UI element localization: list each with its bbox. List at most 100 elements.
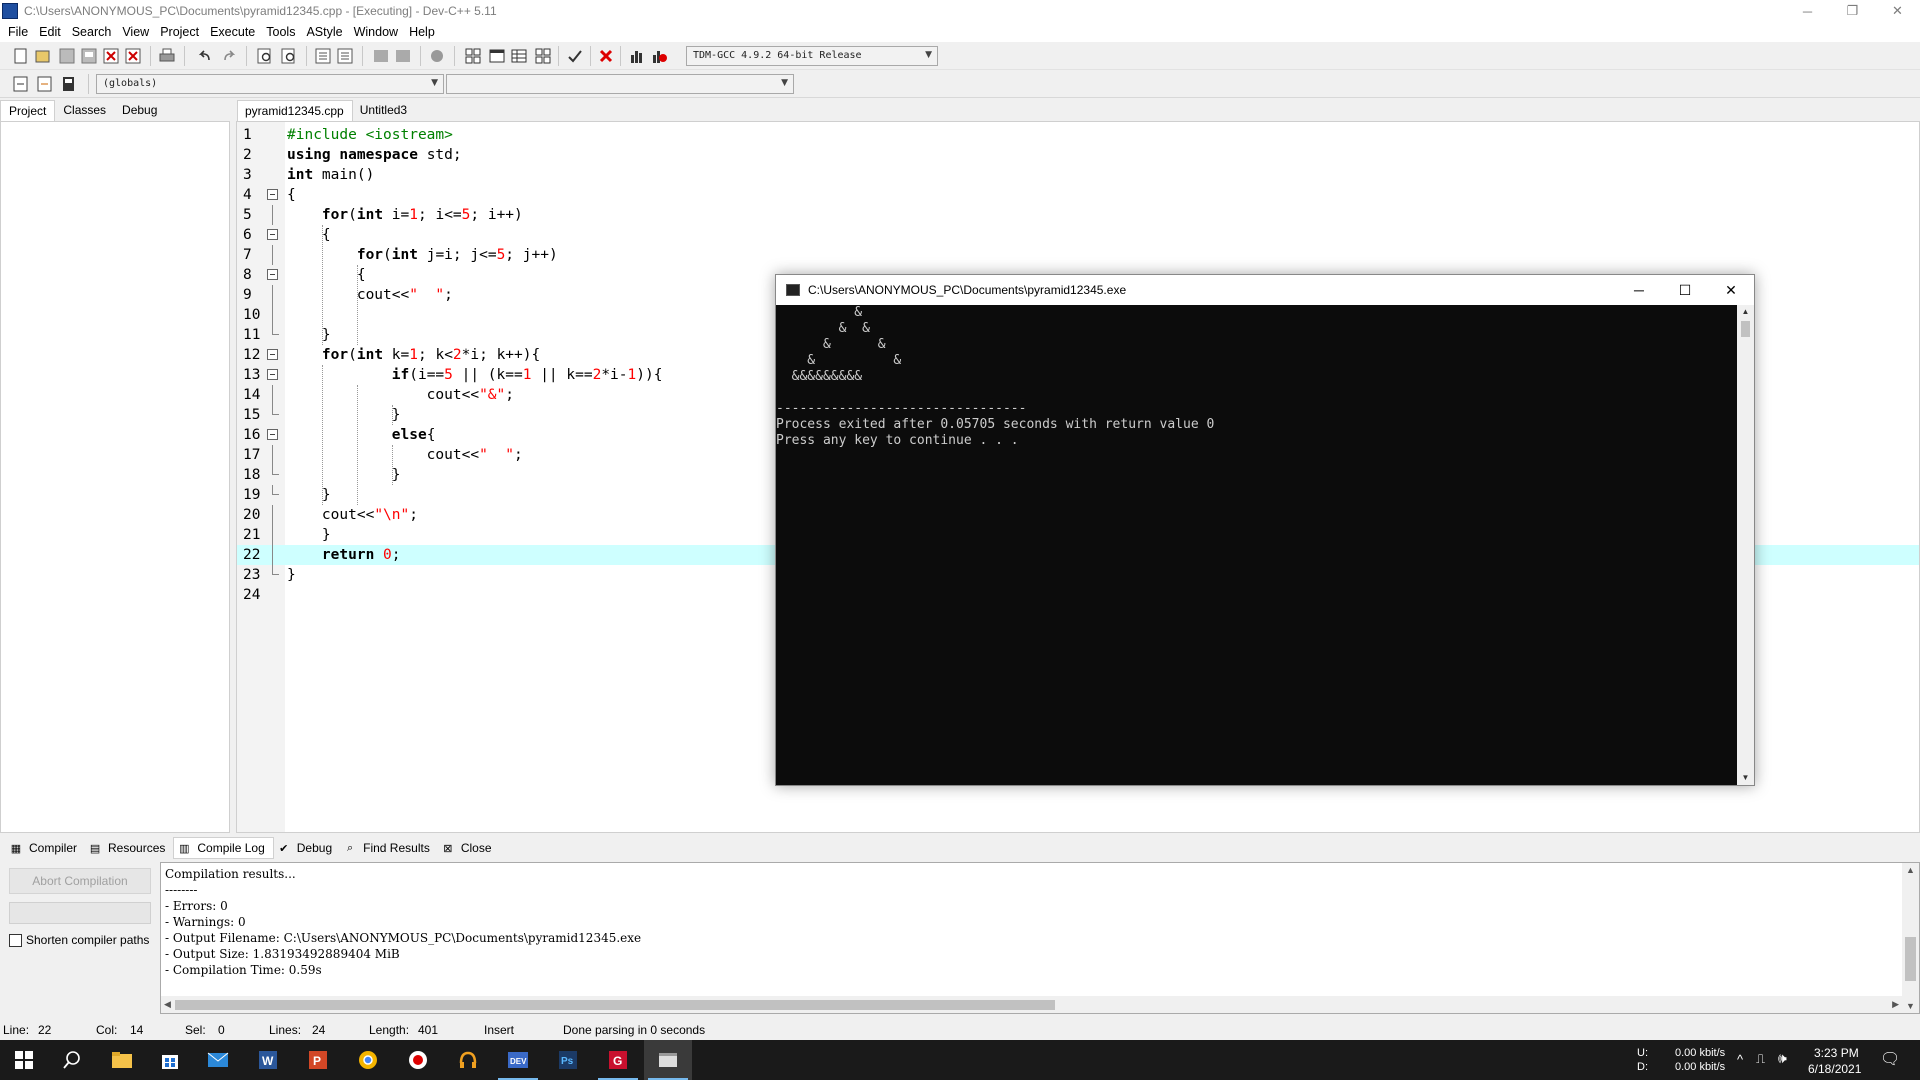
search-icon[interactable] bbox=[48, 1040, 96, 1080]
menu-edit[interactable]: Edit bbox=[35, 25, 68, 39]
network-icon[interactable]: ⎍ bbox=[1756, 1051, 1765, 1067]
grid-view-icon[interactable] bbox=[534, 47, 552, 65]
class-browser-icon[interactable] bbox=[510, 47, 528, 65]
menu-view[interactable]: View bbox=[118, 25, 156, 39]
toggle-bookmark-icon[interactable] bbox=[336, 47, 354, 65]
tab-compiler[interactable]: ▦ Compiler bbox=[6, 837, 85, 859]
restore-button[interactable]: ❐ bbox=[1830, 0, 1875, 22]
grammar-app-icon[interactable]: G bbox=[594, 1040, 642, 1080]
devcpp-taskbar-icon[interactable]: DEV bbox=[494, 1040, 542, 1080]
compile-log-panel[interactable]: Compilation results... -------- - Errors: … bbox=[160, 862, 1920, 1014]
fold-toggle-icon[interactable] bbox=[267, 365, 279, 385]
delete-profile-icon[interactable] bbox=[650, 47, 668, 65]
undo-icon[interactable] bbox=[196, 47, 214, 65]
tab-resources[interactable]: ▤ Resources bbox=[85, 837, 173, 859]
shorten-paths-checkbox[interactable] bbox=[9, 933, 22, 947]
code-line[interactable]: 7 for(int j=i; j<=5; j++) bbox=[237, 245, 1919, 265]
code-line[interactable]: 2 using namespace std; bbox=[237, 145, 1919, 165]
open-file-icon[interactable] bbox=[34, 47, 52, 65]
tab-debug[interactable]: Debug bbox=[114, 100, 165, 122]
scroll-up-icon[interactable]: ▲ bbox=[1737, 305, 1754, 319]
tab-pyramid-cpp[interactable]: pyramid12345.cpp bbox=[237, 100, 353, 122]
fold-toggle-icon[interactable] bbox=[267, 265, 279, 285]
stop-execution-icon[interactable] bbox=[597, 47, 615, 65]
scroll-left-icon[interactable]: ◀ bbox=[164, 999, 171, 1010]
fold-toggle-icon[interactable] bbox=[267, 225, 279, 245]
project-browser[interactable] bbox=[0, 121, 230, 833]
fold-toggle-icon[interactable] bbox=[267, 345, 279, 365]
tab-debug-bottom[interactable]: ✔ Debug bbox=[274, 837, 340, 859]
tab-compile-log[interactable]: ▥ Compile Log bbox=[173, 837, 274, 859]
screen-recorder-icon[interactable] bbox=[394, 1040, 442, 1080]
goto-line-icon[interactable] bbox=[314, 47, 332, 65]
start-button[interactable] bbox=[0, 1040, 48, 1080]
code-line[interactable]: 6 { bbox=[237, 225, 1919, 245]
save-all-icon[interactable] bbox=[80, 47, 98, 65]
store-icon[interactable] bbox=[146, 1040, 194, 1080]
fold-toggle-icon[interactable] bbox=[267, 425, 279, 445]
check-syntax-icon[interactable] bbox=[566, 47, 584, 65]
menu-search[interactable]: Search bbox=[68, 25, 119, 39]
mail-icon[interactable] bbox=[194, 1040, 242, 1080]
scroll-down-icon[interactable]: ▼ bbox=[1737, 771, 1754, 785]
console-minimize-button[interactable]: ─ bbox=[1616, 275, 1662, 305]
tray-time[interactable]: 3:23 PM bbox=[1814, 1046, 1859, 1060]
profile-icon[interactable] bbox=[628, 47, 646, 65]
tray-chevron-up-icon[interactable]: ^ bbox=[1737, 1052, 1743, 1067]
compiler-select[interactable]: TDM-GCC 4.9.2 64-bit Release ▼ bbox=[686, 46, 938, 66]
tab-close[interactable]: ⊠ Close bbox=[438, 837, 500, 859]
headphones-icon[interactable] bbox=[444, 1040, 492, 1080]
powerpoint-icon[interactable]: P bbox=[294, 1040, 342, 1080]
console-maximize-button[interactable]: ☐ bbox=[1662, 275, 1708, 305]
tab-find-results[interactable]: ⌕ Find Results bbox=[340, 837, 438, 859]
photoshop-icon[interactable]: Ps bbox=[544, 1040, 592, 1080]
scroll-down-icon[interactable]: ▼ bbox=[1906, 1001, 1915, 1011]
find-icon[interactable] bbox=[256, 47, 274, 65]
console-scroll-thumb[interactable] bbox=[1741, 321, 1750, 337]
abort-compilation-button[interactable]: Abort Compilation bbox=[9, 868, 151, 894]
toggle-comment-icon[interactable] bbox=[428, 47, 446, 65]
scroll-up-icon[interactable]: ▲ bbox=[1906, 865, 1915, 875]
menu-project[interactable]: Project bbox=[156, 25, 206, 39]
word-icon[interactable]: W bbox=[244, 1040, 292, 1080]
replace-icon[interactable] bbox=[280, 47, 298, 65]
minimize-button[interactable]: ─ bbox=[1785, 0, 1830, 22]
menu-help[interactable]: Help bbox=[405, 25, 442, 39]
code-line[interactable]: 1 #include <iostream> bbox=[237, 125, 1919, 145]
bookmark-icon[interactable] bbox=[60, 75, 78, 93]
console-window[interactable]: C:\Users\ANONYMOUS_PC\Documents\pyramid1… bbox=[775, 274, 1755, 786]
project-new-icon[interactable] bbox=[464, 47, 482, 65]
chrome-icon[interactable] bbox=[344, 1040, 392, 1080]
indent-icon[interactable] bbox=[372, 47, 390, 65]
menu-astyle[interactable]: AStyle bbox=[302, 25, 349, 39]
tab-untitled3[interactable]: Untitled3 bbox=[353, 100, 415, 122]
close-button[interactable]: ✕ bbox=[1875, 0, 1920, 22]
log-horizontal-scrollbar[interactable]: ◀ ▶ bbox=[161, 996, 1902, 1013]
log-hscroll-thumb[interactable] bbox=[175, 1000, 1055, 1010]
code-line[interactable]: 3 int main() bbox=[237, 165, 1919, 185]
menu-tools[interactable]: Tools bbox=[262, 25, 302, 39]
function-select[interactable]: ▼ bbox=[446, 74, 794, 94]
new-file-icon[interactable] bbox=[12, 47, 30, 65]
goto-declaration-icon[interactable] bbox=[36, 75, 54, 93]
fold-toggle-icon[interactable] bbox=[267, 185, 279, 205]
console-scrollbar[interactable]: ▲ ▼ bbox=[1737, 305, 1754, 785]
notifications-icon[interactable]: 🗨 bbox=[1880, 1049, 1900, 1069]
code-line[interactable]: 5 for(int i=1; i<=5; i++) bbox=[237, 205, 1919, 225]
log-vertical-scrollbar[interactable]: ▲ ▼ bbox=[1902, 863, 1919, 1013]
menu-window[interactable]: Window bbox=[350, 25, 405, 39]
tray-date[interactable]: 6/18/2021 bbox=[1808, 1062, 1861, 1076]
console-taskbar-icon[interactable] bbox=[644, 1040, 692, 1080]
menu-file[interactable]: File bbox=[4, 25, 35, 39]
log-vscroll-thumb[interactable] bbox=[1905, 937, 1916, 981]
shorten-paths-option[interactable]: Shorten compiler paths bbox=[9, 933, 149, 947]
save-icon[interactable] bbox=[58, 47, 76, 65]
tab-classes[interactable]: Classes bbox=[55, 100, 114, 122]
menu-execute[interactable]: Execute bbox=[206, 25, 262, 39]
file-explorer-icon[interactable] bbox=[98, 1040, 146, 1080]
unindent-icon[interactable] bbox=[394, 47, 412, 65]
console-close-button[interactable]: ✕ bbox=[1708, 275, 1754, 305]
print-icon[interactable] bbox=[158, 47, 176, 65]
close-all-icon[interactable] bbox=[124, 47, 142, 65]
tab-project[interactable]: Project bbox=[0, 100, 56, 122]
